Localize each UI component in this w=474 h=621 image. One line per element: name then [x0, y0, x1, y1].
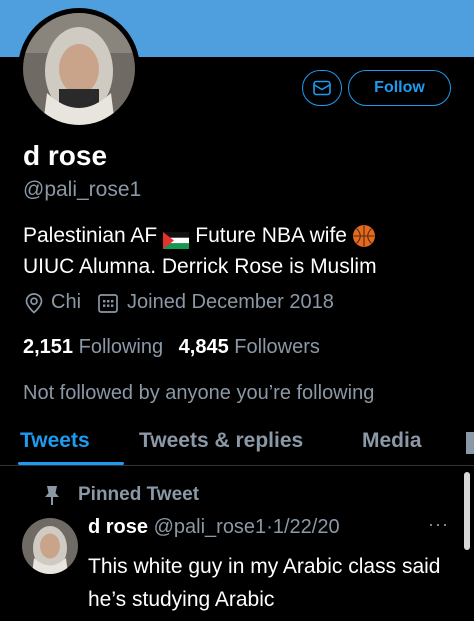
scrollbar[interactable] — [464, 472, 470, 550]
bio-text-3: UIUC Alumna. Derrick Rose is Muslim — [23, 255, 377, 278]
joined-date: Joined December 2018 — [97, 291, 334, 314]
followers-count: 4,845 — [178, 336, 229, 358]
follow-counts: 2,151 Following 4,845 Followers — [23, 336, 320, 359]
avatar-photo — [23, 13, 135, 125]
tab-tweets[interactable]: Tweets — [20, 429, 90, 453]
tweet-date[interactable]: ·1/22/20 — [266, 516, 339, 538]
active-tab-indicator — [18, 462, 124, 465]
tab-tweets-replies[interactable]: Tweets & replies — [139, 429, 303, 453]
calendar-icon — [98, 293, 118, 313]
profile-name: d rose — [23, 140, 108, 171]
pinned-label: Pinned Tweet — [45, 484, 199, 506]
following-count: 2,151 — [23, 336, 74, 358]
following-link[interactable]: 2,151 Following — [23, 336, 169, 358]
profile-avatar[interactable] — [18, 8, 140, 130]
more-options-icon[interactable]: ··· — [428, 514, 449, 535]
location-pin-icon — [25, 292, 43, 314]
profile-meta: Chi Joined December 2018 — [23, 291, 334, 314]
profile-handle: @pali_rose1 — [23, 178, 142, 201]
following-label: Following — [78, 336, 164, 358]
followers-label: Followers — [234, 336, 320, 358]
tweet-header: d rose @pali_rose1·1/22/20 — [88, 516, 340, 539]
tweet-text[interactable]: This white guy in my Arabic class said h… — [88, 550, 468, 616]
tab-media[interactable]: Media — [362, 429, 422, 453]
tweet-author-handle[interactable]: @pali_rose1 — [154, 516, 267, 538]
profile-tabs: Tweets Tweets & replies Media — [0, 420, 474, 466]
palestine-flag-icon — [163, 227, 190, 249]
pin-icon — [45, 486, 59, 505]
followers-link[interactable]: 4,845 Followers — [179, 336, 320, 358]
tweet-author-name[interactable]: d rose — [88, 516, 148, 538]
message-button[interactable] — [302, 70, 342, 106]
not-followed-note: Not followed by anyone you’re following — [23, 382, 375, 404]
basketball-icon — [352, 224, 375, 247]
avatar-photo-small — [22, 518, 78, 574]
tab-overflow[interactable] — [466, 432, 474, 454]
bio-text-2: Future NBA wife — [195, 224, 347, 247]
tweet-avatar[interactable] — [22, 518, 78, 574]
follow-button[interactable]: Follow — [348, 70, 451, 106]
bio-text-1: Palestinian AF — [23, 224, 158, 247]
profile-bio: Palestinian AF Future NBA wife UIUC Alum… — [23, 220, 463, 282]
envelope-icon — [313, 80, 331, 96]
location: Chi — [23, 291, 81, 314]
